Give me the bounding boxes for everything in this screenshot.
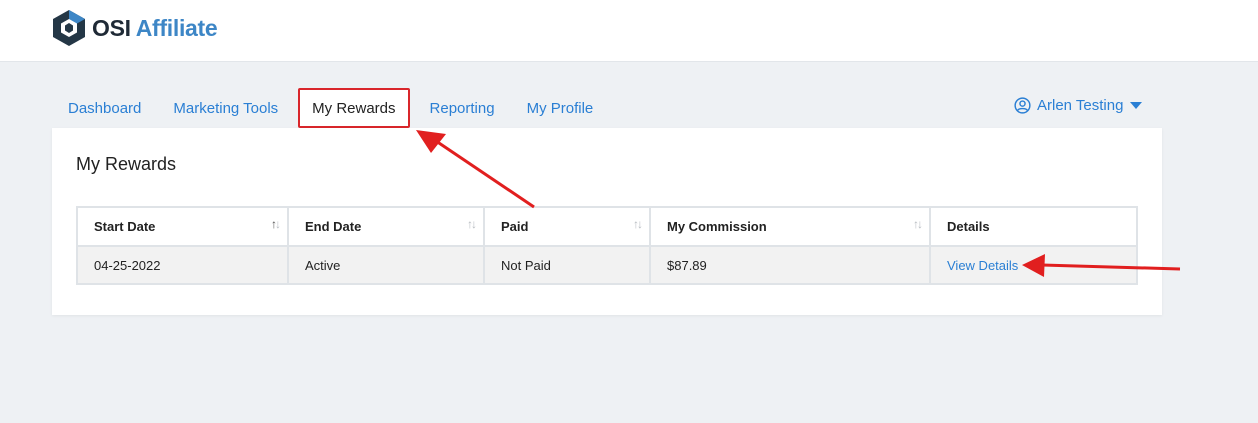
cell-details: View Details — [929, 245, 1138, 285]
page-title: My Rewards — [76, 154, 177, 174]
table-row: 04-25-2022 Active Not Paid $87.89 View D… — [76, 245, 1138, 285]
brand-name-secondary: Affiliate — [135, 14, 218, 41]
column-header-paid[interactable]: Paid ↑↓ — [483, 206, 651, 247]
column-header-my-commission[interactable]: My Commission ↑↓ — [649, 206, 931, 247]
cell-end-date: Active — [287, 245, 485, 285]
rewards-card: My Rewards Start Date ↑↓ End Date ↑↓ Pai… — [52, 128, 1162, 315]
column-header-label: Start Date — [94, 219, 156, 234]
top-bar: OSI Affiliate — [0, 0, 1258, 62]
cell-start-date: 04-25-2022 — [76, 245, 289, 285]
sort-icon[interactable]: ↑↓ — [633, 217, 643, 231]
tab-my-rewards[interactable]: My Rewards — [298, 88, 410, 128]
main-nav-tabs: Dashboard Marketing Tools My Rewards Rep… — [52, 88, 609, 128]
cell-paid: Not Paid — [483, 245, 651, 285]
osi-affiliate-logo[interactable]: OSI Affiliate — [52, 9, 218, 47]
table-header-row: Start Date ↑↓ End Date ↑↓ Paid ↑↓ My Com… — [76, 206, 1138, 247]
chevron-down-icon — [1130, 102, 1143, 109]
user-menu[interactable]: Arlen Testing — [1014, 97, 1143, 114]
sort-icon[interactable]: ↑↓ — [467, 217, 477, 231]
column-header-label: Details — [947, 219, 990, 234]
hexagon-logo-icon — [53, 10, 85, 46]
cell-commission: $87.89 — [649, 245, 931, 285]
column-header-label: Paid — [501, 219, 529, 234]
user-name: Arlen Testing — [1037, 97, 1124, 114]
view-details-link[interactable]: View Details — [947, 258, 1018, 273]
column-header-label: My Commission — [667, 219, 767, 234]
rewards-table: Start Date ↑↓ End Date ↑↓ Paid ↑↓ My Com… — [76, 206, 1138, 285]
column-header-details: Details — [929, 206, 1138, 247]
column-header-end-date[interactable]: End Date ↑↓ — [287, 206, 485, 247]
tab-reporting[interactable]: Reporting — [414, 88, 511, 128]
sort-icon[interactable]: ↑↓ — [913, 217, 923, 231]
column-header-label: End Date — [305, 219, 362, 234]
user-circle-icon — [1014, 97, 1031, 114]
brand-name-primary: OSI — [92, 14, 131, 41]
tab-dashboard[interactable]: Dashboard — [52, 88, 157, 128]
column-header-start-date[interactable]: Start Date ↑↓ — [76, 206, 289, 247]
sort-icon[interactable]: ↑↓ — [271, 217, 281, 231]
brand-name: OSI Affiliate — [92, 14, 218, 42]
tab-marketing-tools[interactable]: Marketing Tools — [157, 88, 294, 128]
tab-my-profile[interactable]: My Profile — [511, 88, 610, 128]
